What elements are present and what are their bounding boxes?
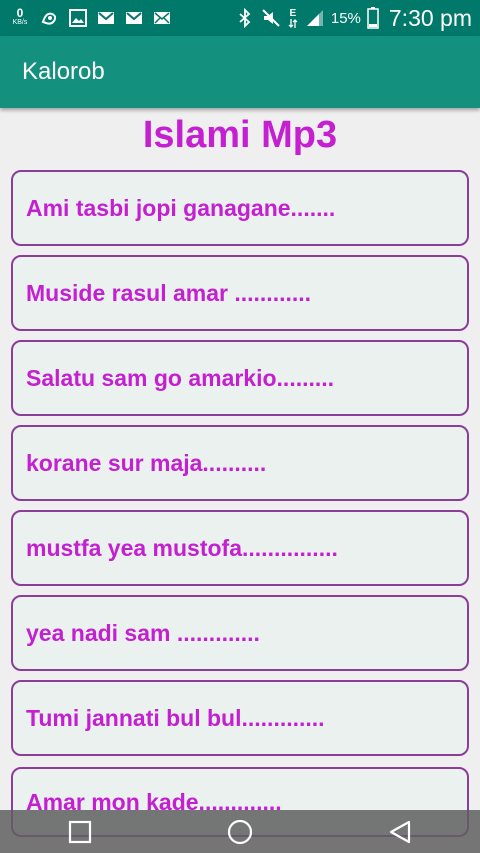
- song-item[interactable]: Muside rasul amar ............: [11, 255, 469, 331]
- data-speed-unit: KB/s: [12, 19, 28, 26]
- back-triangle-icon: [389, 820, 411, 843]
- data-speed-value: 0: [16, 6, 24, 20]
- song-title: Ami tasbi jopi ganagane.......: [26, 194, 336, 221]
- song-title: mustfa yea mustofa...............: [26, 534, 338, 561]
- app-title: Kalorob: [22, 58, 105, 85]
- song-title: korane sur maja..........: [26, 449, 267, 476]
- clock: 7:30 pm: [388, 4, 472, 31]
- bluetooth-icon: [235, 8, 255, 28]
- song-item[interactable]: yea nadi sam .............: [11, 595, 469, 671]
- network-type-label: E: [289, 7, 297, 19]
- back-button[interactable]: [370, 810, 430, 853]
- song-item[interactable]: korane sur maja..........: [11, 425, 469, 501]
- song-item[interactable]: mustfa yea mustofa...............: [11, 510, 469, 586]
- data-speed-indicator: 0 KB/s: [8, 6, 32, 27]
- circle-icon: [227, 819, 253, 844]
- app-bar: Kalorob: [0, 36, 480, 108]
- navigation-bar: [0, 810, 480, 853]
- square-icon: [68, 820, 92, 843]
- image-icon: [68, 8, 88, 28]
- song-item[interactable]: Tumi jannati bul bul.............: [11, 680, 469, 756]
- song-item[interactable]: Ami tasbi jopi ganagane.......: [11, 170, 469, 246]
- song-item[interactable]: Salatu sam go amarkio.........: [11, 340, 469, 416]
- gmail-icon: [124, 8, 144, 28]
- mute-icon: [261, 8, 281, 28]
- battery-percent: 15%: [330, 9, 361, 27]
- song-title: Muside rasul amar ............: [26, 279, 312, 306]
- battery-icon: [367, 7, 379, 29]
- gmail-icon: [96, 8, 116, 28]
- signal-icon: [305, 8, 325, 28]
- network-icon: E: [287, 8, 299, 28]
- page-title: Islami Mp3: [142, 114, 338, 156]
- song-title: Salatu sam go amarkio.........: [26, 364, 335, 391]
- home-button[interactable]: [210, 810, 270, 853]
- game-icon: [40, 8, 60, 28]
- recents-button[interactable]: [50, 810, 110, 853]
- mail-icon: [152, 8, 172, 28]
- status-bar: 0 KB/s E 15% 7:30 pm: [0, 0, 480, 36]
- song-title: Tumi jannati bul bul.............: [26, 704, 325, 731]
- song-title: yea nadi sam .............: [26, 619, 260, 646]
